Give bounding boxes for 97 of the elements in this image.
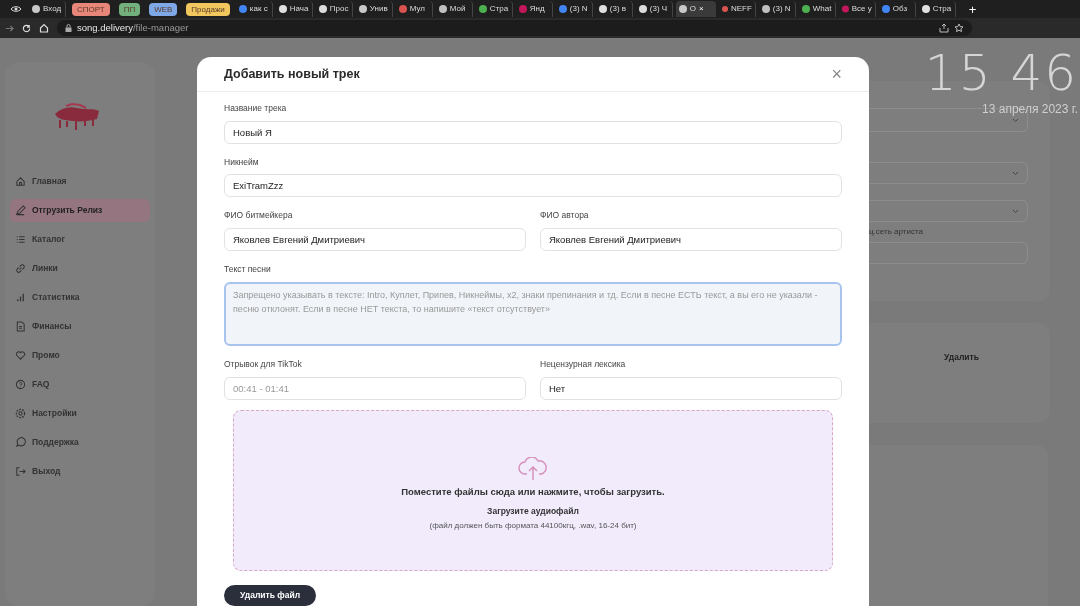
- browser-tab[interactable]: Вход: [29, 1, 66, 17]
- select-field[interactable]: [869, 200, 1028, 222]
- input-field[interactable]: ExiTramZzz: [224, 174, 842, 198]
- field-label: Нецензурная лексика: [540, 357, 627, 371]
- favicon-icon: [881, 5, 890, 13]
- input-field[interactable]: Нет: [540, 376, 842, 400]
- menu-item-icon: [15, 321, 26, 332]
- browser-tab[interactable]: Янд: [515, 1, 553, 17]
- favicon-icon: [318, 5, 327, 13]
- menu-item-icon: [15, 350, 26, 361]
- tab-group-label[interactable]: WEB: [149, 2, 178, 16]
- delete-text: Удалить: [944, 351, 979, 364]
- menu-item-icon: [15, 437, 26, 448]
- eye-icon[interactable]: [10, 5, 22, 13]
- favicon-icon: [398, 5, 407, 13]
- dropzone-title: Поместите файлы сюда или нажмите, чтобы загрузить.: [401, 484, 665, 499]
- new-tab-button[interactable]: +: [968, 2, 977, 16]
- favicon-icon: [598, 5, 607, 13]
- favicon-icon: [278, 5, 287, 13]
- input-field[interactable]: Яковлев Евгений Дмитриевич: [540, 228, 842, 252]
- favicon-icon: [801, 5, 810, 13]
- favicon-icon: [558, 5, 567, 13]
- menu-item-icon: [15, 263, 26, 274]
- select-field[interactable]: [869, 162, 1028, 184]
- dropzone-subtitle: Загрузите аудиофайл: [487, 504, 579, 518]
- browser-tab[interactable]: Прос: [315, 1, 353, 17]
- menu-item-icon: [15, 205, 26, 216]
- favicon-icon: [478, 5, 487, 13]
- menu-item-icon: [15, 292, 26, 303]
- favicon-icon: [238, 5, 247, 13]
- chevron-down-icon: [1012, 208, 1019, 214]
- menu-item-icon: [15, 176, 26, 187]
- tab-group-label[interactable]: Продажи: [186, 2, 230, 16]
- menu-item-icon: [15, 408, 26, 419]
- browser-tab[interactable]: Все у: [838, 1, 876, 17]
- field-label: Название трека: [224, 101, 288, 115]
- input-field[interactable]: [869, 242, 1028, 264]
- forward-icon[interactable]: [5, 23, 14, 33]
- browser-tab[interactable]: (3) в: [595, 1, 633, 17]
- field-label: Никнейм: [224, 155, 260, 169]
- browser-tab[interactable]: Стра: [918, 1, 956, 17]
- favicon-icon: [921, 5, 930, 13]
- field-label: ц.сеть артиста: [869, 226, 924, 238]
- star-icon[interactable]: [954, 23, 964, 33]
- reload-icon[interactable]: [22, 23, 31, 33]
- favicon-icon: [721, 5, 728, 13]
- chevron-down-icon: [1012, 117, 1019, 123]
- browser-tab[interactable]: как с: [235, 1, 273, 17]
- file-dropzone[interactable]: Поместите файлы сюда или нажмите, чтобы загрузить. Загрузите аудиофайл (файл должен быть формата 44100кгц, .wav, 16-24 бит): [233, 409, 833, 572]
- cloud-upload-icon: [517, 456, 549, 481]
- tab-group-label[interactable]: ПП: [118, 2, 141, 16]
- text-area[interactable]: Запрещено указывать в тексте: Intro, Куплет, Припев, Никнеймы, x2, знаки препинания и тд. Если в песне ЕСТЬ текст, а вы его не указали - песню отклонят. Если в песне НЕТ текста, то напишите «текст отсутствует»: [224, 281, 842, 346]
- favicon-icon: [638, 5, 647, 13]
- dropzone-hint: (файл должен быть формата 44100кгц, .wav, 16-24 бит): [429, 519, 637, 532]
- home-icon[interactable]: [39, 23, 49, 33]
- sidebar-item[interactable]: Отгрузить Релиз: [10, 199, 150, 222]
- modal-title: Добавить новый трек: [224, 65, 360, 83]
- field-label: ФИО битмейкера: [224, 209, 294, 223]
- browser-tab[interactable]: Обз: [878, 1, 916, 17]
- browser-tab[interactable]: Нача: [275, 1, 313, 17]
- browser-tab[interactable]: О ×: [675, 1, 716, 17]
- tab-group-label[interactable]: СПОРТ: [72, 2, 110, 16]
- browser-tab[interactable]: Мой: [435, 1, 473, 17]
- favicon-icon: [438, 5, 447, 13]
- field-label: ФИО автора: [540, 209, 590, 223]
- address-bar[interactable]: song.delivery/file-manager: [57, 20, 972, 36]
- browser-tab[interactable]: (3) Ч: [635, 1, 673, 17]
- favicon-icon: [841, 5, 849, 13]
- delete-file-button[interactable]: Удалить файл: [224, 585, 317, 606]
- browser-tab[interactable]: NEFF: [718, 1, 756, 17]
- browser-tab[interactable]: Унив: [355, 1, 393, 17]
- browser-tab[interactable]: (3) N: [758, 1, 796, 17]
- browser-tab[interactable]: (3) N: [555, 1, 593, 17]
- lock-icon: [65, 24, 72, 32]
- tab-close-icon[interactable]: ×: [699, 3, 704, 15]
- logo-drawing: [52, 102, 102, 132]
- chevron-down-icon: [1012, 170, 1019, 176]
- clock-time: 15 46: [924, 46, 1078, 100]
- menu-item-icon: [15, 379, 26, 390]
- clock-date: 13 апреля 2023 г.: [982, 101, 1078, 118]
- field-label: Текст песни: [224, 263, 272, 276]
- share-icon[interactable]: [939, 23, 949, 33]
- field-label: Отрывок для TikTok: [224, 357, 303, 371]
- close-button[interactable]: ×: [831, 64, 842, 83]
- browser-tab[interactable]: Мул: [395, 1, 433, 17]
- favicon-icon: [761, 5, 770, 13]
- input-field[interactable]: Новый Я: [224, 120, 842, 144]
- browser-tab[interactable]: Стра: [475, 1, 513, 17]
- menu-item-icon: [15, 234, 26, 245]
- menu-item-icon: [15, 466, 26, 477]
- browser-tab[interactable]: What: [798, 1, 836, 17]
- input-field[interactable]: Яковлев Евгений Дмитриевич: [224, 228, 526, 252]
- url-text: song.delivery/file-manager: [77, 20, 189, 35]
- favicon-icon: [678, 5, 687, 13]
- favicon-icon: [358, 5, 367, 13]
- favicon-icon: [518, 5, 527, 13]
- favicon-icon: [32, 5, 40, 13]
